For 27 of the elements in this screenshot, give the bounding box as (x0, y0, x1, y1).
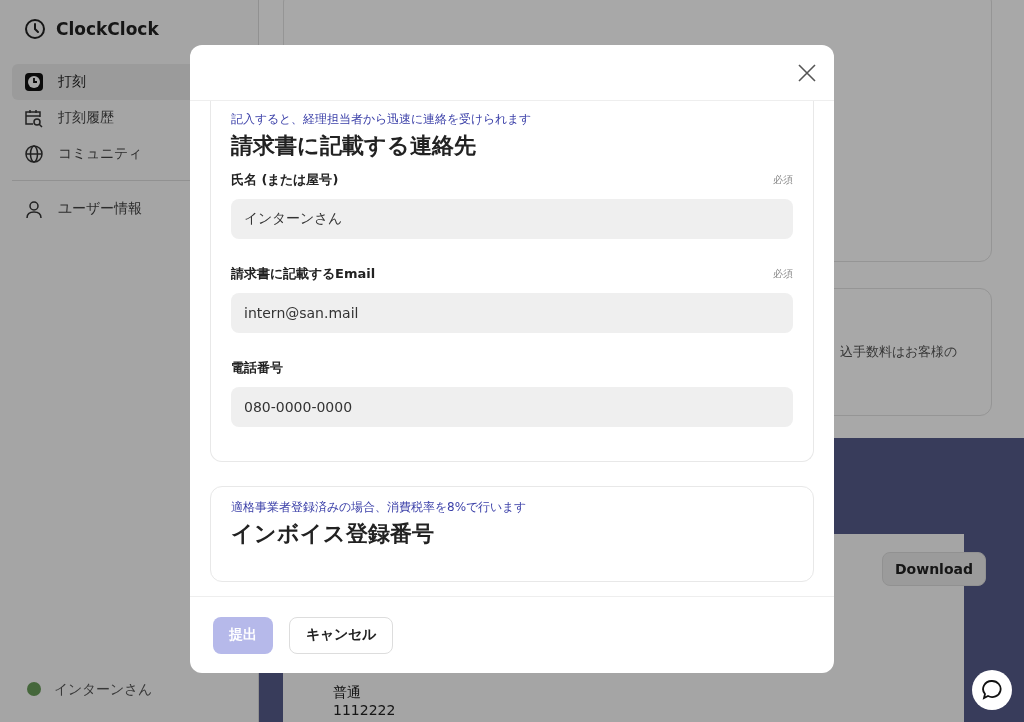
field-label: 請求書に記載するEmail (231, 265, 376, 283)
field-label: 電話番号 (231, 359, 283, 377)
close-button[interactable] (798, 63, 816, 82)
download-button[interactable]: Download (881, 552, 986, 586)
required-label: 必須 (773, 267, 793, 281)
section-title: インボイス登録番号 (231, 520, 435, 548)
bank-text: 1112222 (333, 702, 397, 718)
required-label: 必須 (773, 173, 793, 187)
input-field[interactable]: 080-0000-0000 (231, 387, 793, 427)
field-label: 氏名 (または屋号) (231, 171, 339, 189)
chat-bubble-icon (981, 679, 1003, 701)
section-hint: 記入すると、経理担当者から迅速に連絡を受けられます (231, 111, 532, 128)
bank-text: 普通 (333, 684, 362, 700)
section-hint: 適格事業者登録済みの場合、消費税率を8%で行います (231, 499, 528, 516)
input-field[interactable]: インターンさん (231, 199, 793, 239)
close-icon (798, 63, 816, 82)
cancel-button[interactable]: キャンセル (289, 616, 393, 654)
user-icon (24, 199, 44, 219)
user-name: インターンさん (54, 681, 152, 699)
clock-logo-icon (24, 18, 46, 40)
calendar-search-icon (24, 108, 44, 128)
section-title: 請求書に記載する連絡先 (231, 132, 477, 160)
globe-icon (24, 144, 44, 164)
input-field[interactable]: intern@san.mail (231, 293, 793, 333)
clock-icon (24, 72, 44, 92)
note-text: 込手数料はお客様の (840, 343, 957, 361)
brand-name: ClockClock (56, 19, 159, 39)
